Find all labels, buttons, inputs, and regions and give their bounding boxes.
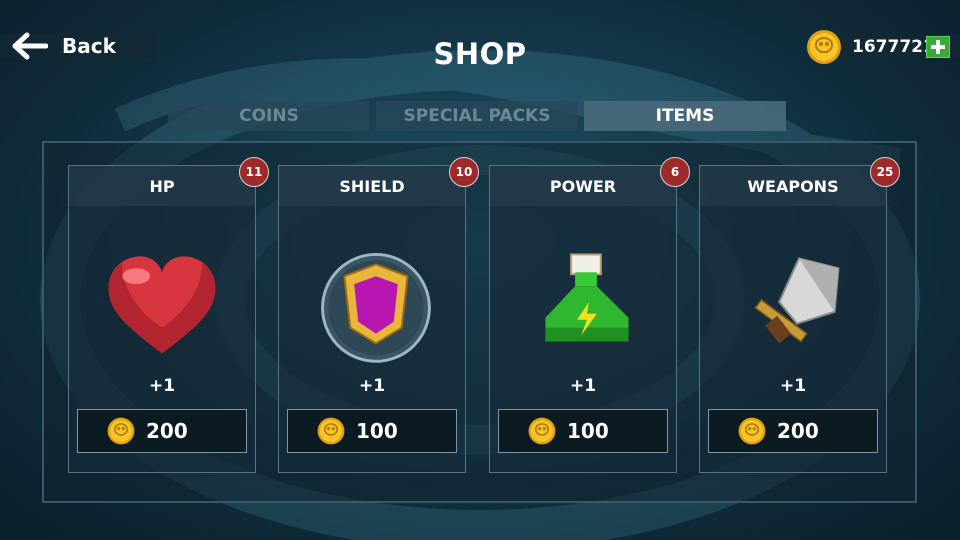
buy-button[interactable]: 200 [708, 409, 878, 453]
heart-icon [108, 256, 216, 354]
shop-tabs: COINS SPECIAL PACKS ITEMS [168, 101, 786, 131]
buy-button[interactable]: 100 [498, 409, 668, 453]
coin-icon [807, 30, 841, 64]
item-name: POWER [490, 166, 676, 206]
add-coins-button[interactable] [926, 36, 950, 58]
plus-icon [931, 40, 945, 54]
owned-count-badge: 11 [239, 157, 269, 187]
item-card-weapons: WEAPONS 25 +1 200 [699, 157, 900, 473]
shield-icon [321, 252, 431, 363]
coin-icon [317, 417, 345, 445]
item-amount: +1 [148, 376, 176, 396]
item-name: WEAPONS [700, 166, 886, 206]
item-card-hp: HP 11 +1 200 [68, 157, 269, 473]
coin-icon [738, 417, 766, 445]
item-amount: +1 [358, 376, 386, 396]
price: 200 [777, 419, 819, 443]
tab-special-packs[interactable]: SPECIAL PACKS [376, 101, 578, 131]
tab-items[interactable]: ITEMS [584, 101, 786, 131]
tab-coins[interactable]: COINS [168, 101, 370, 131]
item-card-power: POWER 6 +1 100 [489, 157, 690, 473]
owned-count-badge: 6 [660, 157, 690, 187]
price: 200 [146, 419, 188, 443]
coin-icon [528, 417, 556, 445]
coin-icon [107, 417, 135, 445]
buy-button[interactable]: 100 [287, 409, 457, 453]
owned-count-badge: 25 [870, 157, 900, 187]
sword-icon [754, 257, 840, 344]
price: 100 [356, 419, 398, 443]
item-amount: +1 [779, 376, 807, 396]
price: 100 [567, 419, 609, 443]
owned-count-badge: 10 [449, 157, 479, 187]
item-name: HP [69, 166, 255, 206]
potion-icon [545, 253, 629, 342]
item-card-shield: SHIELD 10 +1 100 [278, 157, 479, 473]
item-name: SHIELD [279, 166, 465, 206]
item-amount: +1 [569, 376, 597, 396]
buy-button[interactable]: 200 [77, 409, 247, 453]
